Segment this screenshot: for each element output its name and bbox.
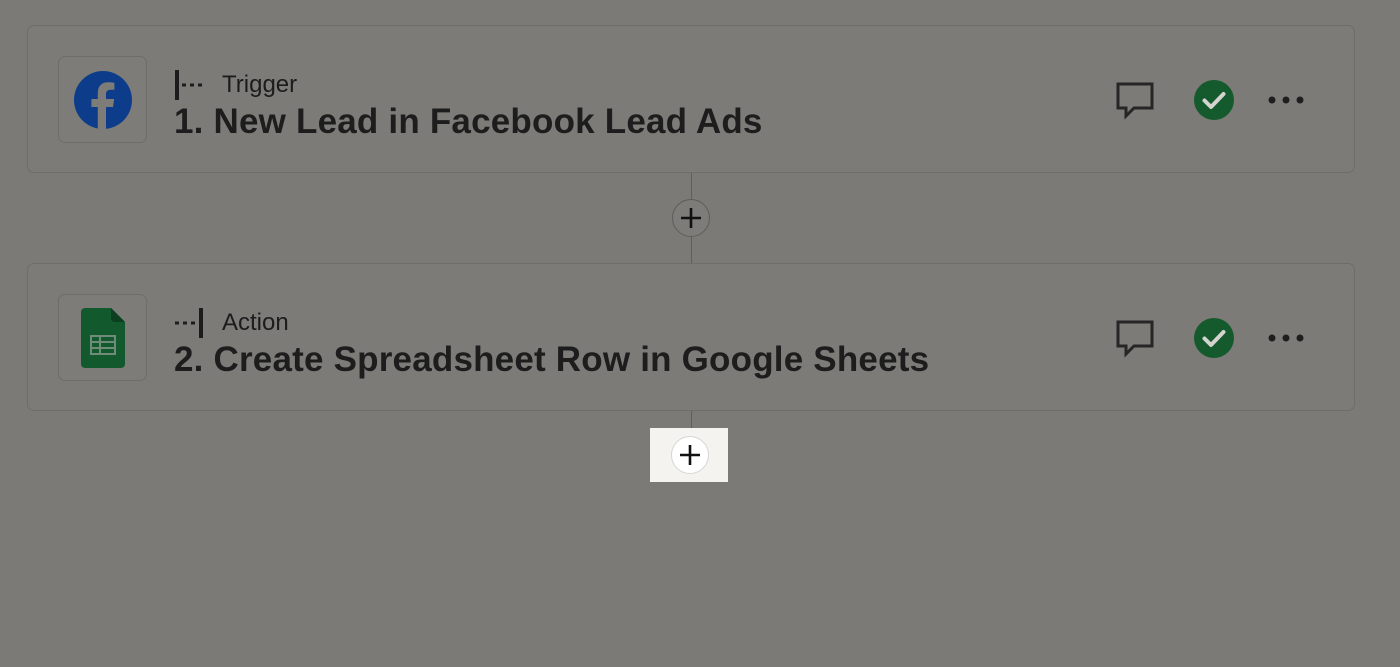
facebook-logo-icon <box>73 70 132 130</box>
step-kind: Action <box>174 306 289 340</box>
step-actions <box>1115 78 1305 122</box>
step-actions <box>1115 316 1305 360</box>
step-card-trigger[interactable]: Trigger 1. New Lead in Facebook Lead Ads <box>27 25 1355 173</box>
plus-icon <box>680 445 700 465</box>
plus-icon <box>681 208 701 228</box>
more-horizontal-icon[interactable] <box>1267 80 1305 120</box>
google-sheets-icon <box>80 307 125 368</box>
add-step-button[interactable] <box>672 199 710 237</box>
comment-icon[interactable] <box>1115 318 1155 358</box>
app-icon-container <box>58 294 147 381</box>
more-horizontal-icon[interactable] <box>1267 318 1305 358</box>
step-card-action[interactable]: Action 2. Create Spreadsheet Row in Goog… <box>27 263 1355 411</box>
action-icon <box>175 308 203 338</box>
check-circle-icon[interactable] <box>1193 79 1235 121</box>
comment-icon[interactable] <box>1115 80 1155 120</box>
add-step-button[interactable] <box>671 436 709 474</box>
step-title[interactable]: 2. Create Spreadsheet Row in Google Shee… <box>174 340 929 380</box>
check-circle-icon[interactable] <box>1193 317 1235 359</box>
step-kind: Trigger <box>174 68 297 102</box>
step-kind-label: Trigger <box>222 71 298 98</box>
step-title[interactable]: 1. New Lead in Facebook Lead Ads <box>174 102 763 142</box>
app-icon-container <box>58 56 147 143</box>
step-kind-label: Action <box>222 309 289 336</box>
trigger-icon <box>175 70 202 100</box>
